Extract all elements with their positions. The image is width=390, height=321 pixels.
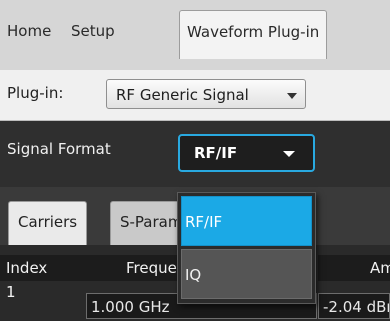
option-iq[interactable]: IQ <box>181 249 312 299</box>
plugin-row: Plug-in: RF Generic Signal <box>0 70 390 121</box>
signal-format-value: RF/IF <box>194 144 238 162</box>
plugin-label: Plug-in: <box>7 84 64 102</box>
signal-format-dropdown: RF/IF IQ <box>177 192 316 304</box>
signal-format-row: Signal Format RF/IF <box>0 121 390 187</box>
option-rf-if[interactable]: RF/IF <box>181 196 312 246</box>
plugin-select-value: RF Generic Signal <box>116 86 249 104</box>
main-tab-bar: Home Setup Waveform Plug-in <box>0 0 390 71</box>
tab-home[interactable]: Home <box>0 10 58 52</box>
signal-format-label: Signal Format <box>7 140 111 158</box>
tab-carriers[interactable]: Carriers <box>8 201 88 246</box>
cell-amplitude[interactable]: -2.04 dBm <box>318 293 390 319</box>
tab-waveform-plug-in[interactable]: Waveform Plug-in <box>179 10 328 59</box>
signal-format-select[interactable]: RF/IF <box>178 134 315 172</box>
column-header-amplitude: Amplitude <box>318 255 390 281</box>
chevron-down-icon <box>283 151 295 157</box>
plugin-select[interactable]: RF Generic Signal <box>106 79 306 109</box>
chevron-down-icon <box>287 93 297 99</box>
cell-index: 1 <box>6 283 16 301</box>
tab-setup[interactable]: Setup <box>64 10 122 52</box>
column-header-index: Index <box>0 255 86 281</box>
